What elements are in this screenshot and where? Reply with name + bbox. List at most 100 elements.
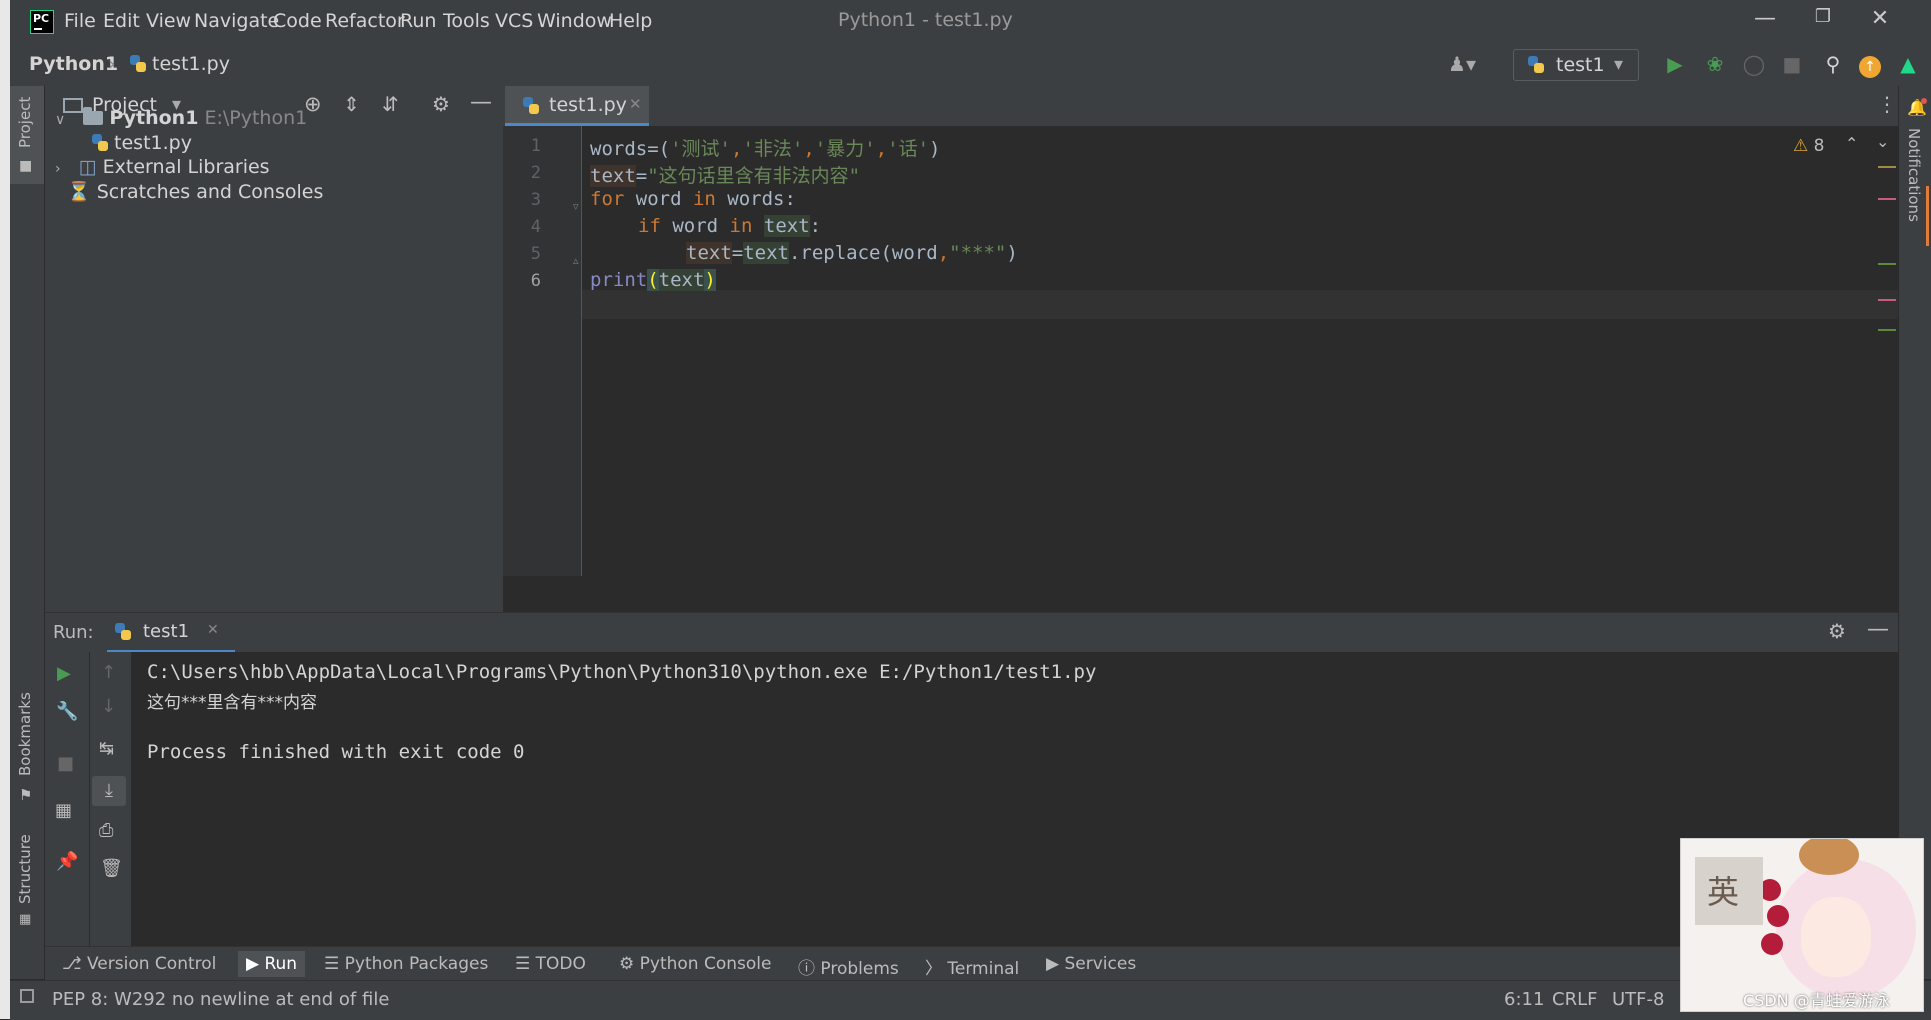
close-tab-icon[interactable]: ✕ [207, 622, 219, 638]
more-options-icon[interactable]: ⋮ [1877, 92, 1897, 116]
expand-all-icon[interactable]: ⇕ [343, 92, 360, 116]
tab-version-control[interactable]: ⎇ Version Control [62, 954, 216, 974]
python-console-icon: ⚙ [619, 954, 635, 974]
rerun-icon[interactable]: ▶ [57, 663, 71, 684]
search-icon[interactable]: ⚲ [1818, 49, 1848, 79]
print-icon[interactable]: ⎙ [99, 820, 113, 841]
layout-icon[interactable]: ▦ [55, 800, 72, 821]
collapse-all-icon[interactable]: ⇵ [382, 92, 399, 116]
tab-run[interactable]: ▶ Run [238, 951, 306, 977]
jetbrains-ai-icon[interactable]: ▲ [1893, 49, 1923, 79]
line-number: 3 [530, 190, 541, 210]
up-arrow-icon[interactable]: ↑ [101, 662, 116, 683]
coverage-icon[interactable]: ◯ [1739, 49, 1769, 79]
python-file-icon [1528, 56, 1544, 74]
error-stripe-marker[interactable] [1878, 166, 1896, 168]
soft-wrap-icon[interactable]: ↹ [99, 738, 114, 759]
comma: , [730, 138, 743, 160]
keyword: if [638, 215, 661, 237]
restore-button[interactable]: ❐ [1803, 6, 1843, 36]
tab-terminal[interactable]: 〉 Terminal [925, 954, 1019, 979]
error-stripe-marker[interactable] [1878, 263, 1896, 265]
menu-file[interactable]: File [64, 10, 96, 32]
line-separator[interactable]: CRLF [1552, 989, 1597, 1010]
toggle-tool-windows-icon[interactable] [20, 989, 34, 1003]
breadcrumb-file[interactable]: test1.py [130, 53, 230, 75]
tree-item-external-libraries[interactable]: › ◫ External Libraries [55, 156, 270, 178]
menu-window[interactable]: Window [537, 10, 612, 32]
structure-tool-button[interactable]: Structure [16, 834, 34, 904]
error-stripe-marker[interactable] [1878, 198, 1896, 200]
fold-marker-icon[interactable]: ▿ [573, 200, 579, 213]
previous-highlight-icon[interactable]: ⌃ [1845, 134, 1858, 153]
tab-python-console[interactable]: ⚙ Python Console [619, 954, 771, 974]
tree-item-test1-py[interactable]: test1.py [92, 132, 192, 154]
chevron-right-icon[interactable]: › [55, 161, 61, 177]
menu-view[interactable]: View [146, 10, 191, 32]
tab-python-packages[interactable]: ☰ Python Packages [324, 954, 488, 974]
console-line: C:\Users\hbb\AppData\Local\Programs\Pyth… [147, 661, 1097, 683]
project-tool-button[interactable]: Project [16, 97, 34, 148]
tab-services[interactable]: ▶ Services [1046, 954, 1136, 974]
tree-item-scratches[interactable]: ⏳ Scratches and Consoles [67, 180, 323, 203]
debug-bug-icon[interactable]: ❀ [1700, 49, 1730, 79]
menu-navigate[interactable]: Navigate [194, 10, 279, 32]
down-arrow-icon[interactable]: ↓ [101, 696, 116, 717]
hide-panel-icon[interactable]: — [470, 90, 492, 115]
wrench-icon[interactable]: 🔧 [56, 701, 78, 722]
menu-edit[interactable]: Edit [103, 10, 140, 32]
tree-root-python1[interactable]: ∨ Python1 E:\Python1 [55, 107, 307, 129]
identifier: text [763, 215, 810, 237]
stop-icon[interactable]: ■ [57, 753, 74, 774]
menu-help[interactable]: Help [609, 10, 652, 32]
close-window-button[interactable]: ✕ [1860, 6, 1900, 36]
error-stripe-marker[interactable] [1878, 299, 1896, 301]
run-tab-test1[interactable]: test1 ✕ [107, 613, 235, 653]
watermark: CSDN @青蛙爱游泳 [1743, 991, 1890, 1010]
menu-tools[interactable]: Tools [443, 10, 490, 32]
caret-position[interactable]: 6:11 [1504, 989, 1544, 1010]
notifications-tool-button[interactable]: Notifications [1905, 128, 1923, 222]
bookmarks-tool-button[interactable]: Bookmarks [16, 692, 34, 776]
fold-end-icon[interactable]: ▵ [573, 254, 579, 267]
tree-item-label: Scratches and Consoles [96, 181, 324, 203]
string-literal: "***" [949, 242, 1007, 264]
run-console[interactable]: C:\Users\hbb\AppData\Local\Programs\Pyth… [131, 652, 1898, 946]
menu-run[interactable]: Run [400, 10, 436, 32]
chevron-expanded-icon[interactable]: ∨ [55, 112, 65, 128]
run-play-icon[interactable]: ▶ [1660, 49, 1690, 79]
minimize-button[interactable]: — [1745, 6, 1785, 36]
comma: , [937, 242, 950, 264]
hide-panel-icon[interactable]: — [1867, 617, 1889, 642]
string-literal: '测试' [670, 138, 731, 160]
status-message[interactable]: PEP 8: W292 no newline at end of file [52, 989, 389, 1010]
tab-todo[interactable]: ☰ TODO [515, 954, 586, 974]
tree-item-label: External Libraries [102, 156, 270, 178]
code-editor[interactable]: 1 2 3 4 5 6 ▿ ▵ words=('测试','非法','暴力','话… [503, 126, 1898, 612]
scratches-icon: ⏳ [67, 181, 91, 203]
run-config-selector[interactable]: test1 ▾ [1513, 49, 1639, 81]
scroll-to-end-icon[interactable]: ⤓ [92, 776, 126, 806]
menu-vcs[interactable]: VCS [495, 10, 533, 32]
menu-refactor[interactable]: Refactor [325, 10, 405, 32]
stop-icon[interactable]: ■ [1777, 49, 1807, 79]
trash-icon[interactable]: 🗑 [100, 858, 123, 879]
python-file-icon [115, 623, 131, 641]
editor-tab-test1-py[interactable]: test1.py ✕ [505, 86, 649, 126]
update-icon[interactable]: ↑ [1855, 49, 1885, 79]
next-highlight-icon[interactable]: ⌄ [1876, 132, 1889, 151]
gear-icon[interactable]: ⚙ [1828, 619, 1846, 643]
close-tab-icon[interactable]: ✕ [629, 95, 642, 113]
tab-problems[interactable]: ⓘ Problems [798, 954, 899, 979]
gear-icon[interactable]: ⚙ [432, 92, 450, 116]
breadcrumb-project[interactable]: Python1 [29, 53, 118, 75]
user-account-icon[interactable]: ♟▾ [1447, 49, 1477, 79]
pin-icon[interactable]: 📌 [56, 851, 78, 872]
menu-code[interactable]: Code [273, 10, 322, 32]
warnings-indicator[interactable]: ⚠ 8 [1793, 136, 1824, 156]
run-play-icon: ▶ [246, 954, 260, 974]
file-encoding[interactable]: UTF-8 [1612, 989, 1664, 1010]
navigation-bar: Python1 › test1.py ♟▾ test1 ▾ ▶ ❀ ◯ ■ ⚲ … [10, 42, 1931, 87]
rose-icon [1761, 933, 1783, 955]
error-stripe-marker[interactable] [1878, 329, 1896, 331]
